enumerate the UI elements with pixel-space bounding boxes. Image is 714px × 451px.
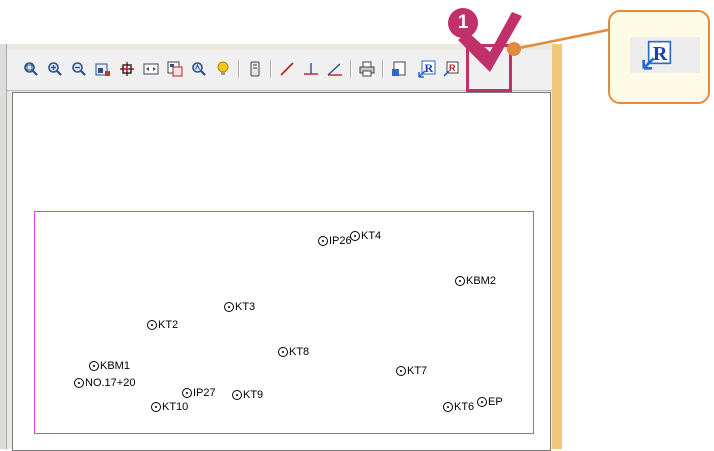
callout-connector: [513, 28, 609, 51]
callout-box: R: [608, 10, 710, 104]
register-r-icon-zoomed: R: [642, 40, 672, 70]
step-badge: 1: [448, 8, 478, 38]
connector-dot-icon: [507, 42, 521, 56]
annotation-overlay: [458, 12, 609, 72]
svg-text:R: R: [653, 43, 668, 65]
